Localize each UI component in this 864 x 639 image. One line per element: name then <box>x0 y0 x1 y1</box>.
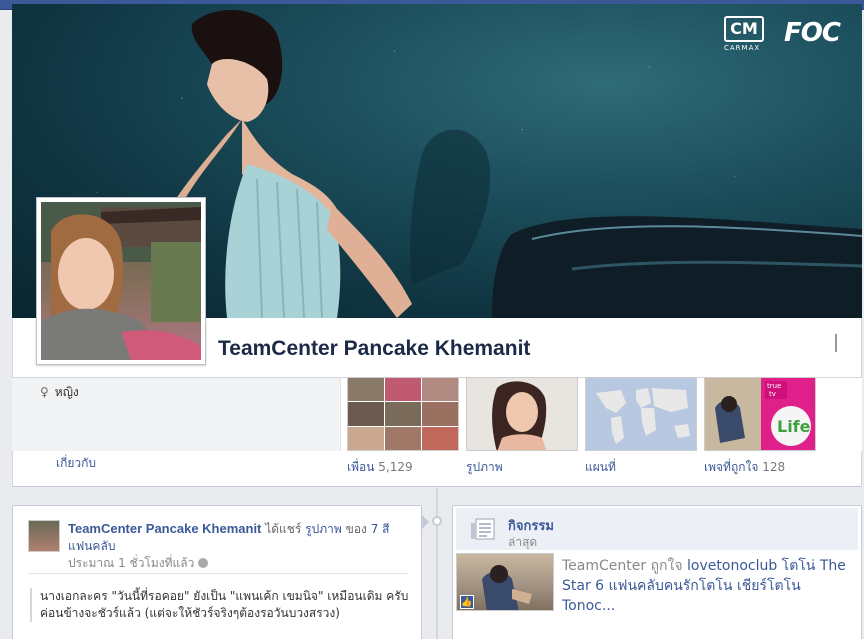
page-left-edge <box>0 10 12 639</box>
post-photo-link[interactable]: รูปภาพ <box>305 522 342 536</box>
svg-text:tv: tv <box>769 390 776 398</box>
likes-link[interactable]: เพจที่ถูกใจ 128 <box>704 458 785 477</box>
globe-icon <box>198 558 209 568</box>
activity-subtitle: ล่าสุด <box>508 535 538 549</box>
map-link[interactable]: แผนที่ <box>585 458 616 477</box>
friends-count: 5,129 <box>378 460 413 474</box>
map-thumbnail[interactable] <box>585 377 697 451</box>
likes-count: 128 <box>762 460 786 474</box>
profile-photo <box>41 202 201 360</box>
about-link[interactable]: เกี่ยวกับ <box>56 454 96 473</box>
timeline-dot <box>432 516 442 526</box>
post-text: นางเอกละคร "วันนี้ที่รอคอย" ยังเป็น "แพน… <box>30 588 410 622</box>
post-divider <box>28 573 408 574</box>
foc-logo: FOC <box>784 18 841 48</box>
post-author-link[interactable]: TeamCenter Pancake Khemanit <box>68 521 261 536</box>
carmax-logo: CM CARMAX <box>724 16 768 56</box>
friends-thumbnail[interactable] <box>347 377 459 451</box>
timeline-spine <box>436 488 438 639</box>
photos-thumbnail[interactable] <box>466 377 578 451</box>
post-avatar[interactable] <box>28 520 60 552</box>
activity-text: TeamCenter ถูกใจ lovetonoclub โตโน่ The … <box>562 558 846 614</box>
gender-label: หญิง <box>54 385 79 399</box>
scroll-indicator <box>835 334 837 352</box>
post-timestamp[interactable]: ประมาณ 1 ชั่วโมงที่แล้ว <box>68 554 209 573</box>
post-header: TeamCenter Pancake Khemanit ได้แชร์ รูปภ… <box>68 521 390 553</box>
photos-link[interactable]: รูปภาพ <box>466 458 503 477</box>
activity-icon <box>470 517 496 541</box>
friends-link[interactable]: เพื่อน 5,129 <box>347 458 413 477</box>
gender-info: ♀ หญิง <box>40 383 79 402</box>
svg-text:Life: Life <box>777 417 811 436</box>
post-pointer <box>421 514 429 530</box>
profile-picture[interactable] <box>36 197 206 365</box>
gender-icon: ♀ <box>40 385 49 399</box>
likes-thumbnail[interactable]: true tv Life <box>704 377 816 451</box>
page-title[interactable]: TeamCenter Pancake Khemanit <box>218 337 530 361</box>
svg-text:true: true <box>767 382 781 390</box>
thumbs-up-icon: 👍 <box>460 595 474 609</box>
